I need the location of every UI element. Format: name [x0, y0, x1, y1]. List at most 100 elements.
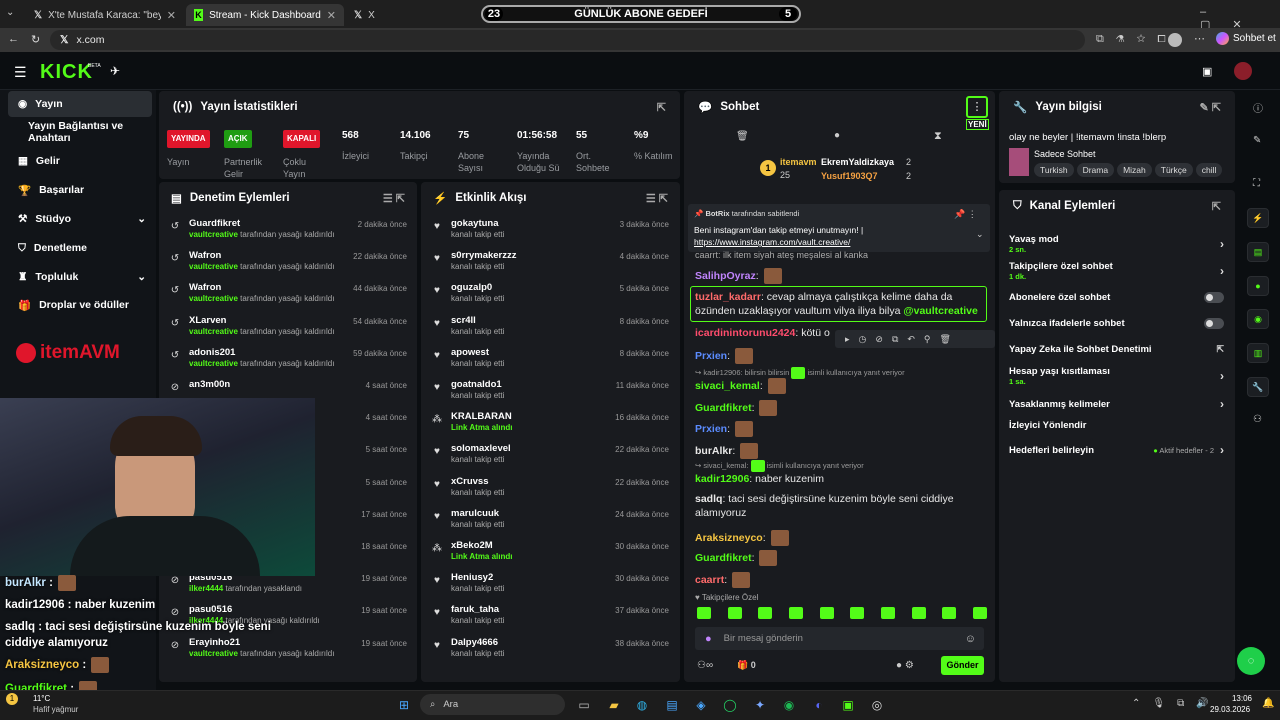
moderation-row[interactable]: ↺ Wafron vaultcreative tarafından yasağı k… [159, 246, 415, 278]
emoji-icon[interactable]: ☺ [965, 633, 976, 645]
edge-icon[interactable]: ◍ [632, 695, 652, 715]
tab-x[interactable]: 𝕏X [346, 4, 476, 26]
emote-icon[interactable] [911, 607, 926, 619]
channel-action-item[interactable]: Takipçilere özel sohbet 1 dk. › [1009, 261, 1224, 281]
timeout-icon[interactable]: ◷ [859, 334, 867, 345]
channel-action-item[interactable]: Yapay Zeka ile Sohbet Denetimi ⇱ [1009, 344, 1224, 355]
chat-settings-icon[interactable]: ● ⚙ [896, 660, 914, 671]
activity-row[interactable]: ♥ faruk_taha kanalı takip etti 37 dakika ön… [421, 600, 677, 632]
channel-action-item[interactable]: Abonelere özel sohbet [1009, 292, 1224, 303]
activity-user[interactable]: goatnaldo1 [451, 379, 504, 390]
activity-user[interactable]: xCruvss [451, 476, 504, 487]
ban-icon[interactable]: ⊘ [875, 334, 883, 345]
emote-icon[interactable] [697, 607, 711, 619]
chat-message[interactable]: Prxien: [695, 421, 985, 437]
activity-row[interactable]: ♥ Dalpy4666 kanalı takip etti 38 dakika önc… [421, 633, 677, 665]
pinned-link[interactable]: https://www.instagram.com/vault.creative… [694, 237, 850, 247]
emote-icon[interactable] [880, 607, 895, 619]
chat-input[interactable]: ● Bir mesaj gönderin ☺ [695, 627, 984, 650]
reply-icon[interactable]: ↶ [907, 334, 915, 345]
fullscreen-icon[interactable]: ⛶ [1253, 178, 1260, 189]
stream-tag[interactable]: Mizah [1117, 163, 1152, 177]
hourglass-icon[interactable]: ⧗ [934, 130, 942, 143]
chat-username[interactable]: icardinintorunu2424 [695, 327, 795, 339]
hamburger-menu-icon[interactable]: ☰ [14, 64, 27, 81]
rail-document-icon[interactable]: ▤ [1247, 242, 1269, 262]
channel-action-item[interactable]: Yasaklanmış kelimeler › [1009, 397, 1224, 411]
delete-icon[interactable]: 🗑 [940, 334, 951, 345]
trash-icon[interactable]: 🗑 [736, 131, 749, 142]
mod-view-icon[interactable]: ▣ [1202, 65, 1212, 78]
taskbar-search[interactable]: ⌕ Ara [420, 694, 565, 715]
emote-icon[interactable] [850, 607, 865, 619]
chat-username[interactable]: Prxien [695, 350, 727, 362]
activity-row[interactable]: ♥ solomaxlevel kanalı takip etti 22 dakika … [421, 439, 677, 471]
chat-username[interactable]: Guardfikret [695, 402, 752, 414]
app-icon[interactable]: ◈ [691, 695, 711, 715]
rail-panel-icon[interactable]: ▥ [1247, 343, 1269, 363]
kick-app-icon[interactable]: ▣ [838, 695, 858, 715]
activity-user[interactable]: oguzalp0 [451, 282, 504, 293]
chat-more-button[interactable]: ⋮ [966, 96, 988, 118]
unpin-icon[interactable]: 📌 ⋮ [954, 209, 977, 220]
activity-user[interactable]: KRALBARAN [451, 411, 513, 422]
browser-extension-icons[interactable]: ⧉⚗☆⧠ [1096, 33, 1178, 46]
activity-row[interactable]: ⁂ KRALBARAN Link Atma alındı 16 dakika önce [421, 407, 677, 439]
message-action-toolbar[interactable]: ▸ ◷ ⊘ ⧉ ↶ ⚲ 🗑 [835, 330, 995, 348]
activity-user[interactable]: gokaytuna [451, 218, 504, 229]
moderated-user[interactable]: Wafron [189, 250, 334, 261]
rail-chat-icon[interactable]: ● [1247, 276, 1269, 296]
moderated-user[interactable]: an3m00n [189, 379, 230, 390]
chevron-down-icon[interactable]: ⌄ [976, 229, 984, 240]
sidebar-item-yayin[interactable]: ◉ Yayın [8, 91, 152, 117]
channel-action-item[interactable]: Hedefleri belirleyin ● Aktif hedefler - 2… [1009, 443, 1224, 457]
send-button[interactable]: Gönder [941, 656, 984, 675]
activity-user[interactable]: xBeko2M [451, 540, 513, 551]
stream-tag[interactable]: Turkish [1034, 163, 1074, 177]
moderated-user[interactable]: Guardfikret [189, 218, 334, 229]
discord-icon[interactable]: ◐ [809, 695, 829, 715]
activity-row[interactable]: ♥ oguzalp0 kanalı takip etti 5 dakika önce [421, 278, 677, 310]
chat-message[interactable]: Prxien: [695, 348, 985, 364]
activity-row[interactable]: ⁂ xBeko2M Link Atma alındı 30 dakika önce [421, 536, 677, 568]
emote-icon[interactable] [727, 607, 742, 619]
moderator-name[interactable]: vaultcreative [189, 230, 238, 239]
activity-user[interactable]: apowest [451, 347, 504, 358]
store-icon[interactable]: ▤ [662, 695, 682, 715]
sidebar-item-gelir[interactable]: ▦ Gelir [8, 148, 152, 174]
channel-action-item[interactable]: İzleyici Yönlendir [1009, 420, 1224, 431]
stream-tag[interactable]: Türkçe [1154, 163, 1193, 177]
emote-icon[interactable] [972, 607, 987, 619]
notifications-icon[interactable]: 🔔 [1262, 698, 1274, 709]
whatsapp-icon[interactable]: ◯ [720, 695, 740, 715]
chat-username[interactable]: Guardfikret [695, 552, 752, 564]
moderated-user[interactable]: adonis201 [189, 347, 334, 358]
chat-username[interactable]: sivaci_kemal [695, 380, 760, 392]
chat-message[interactable]: caarrt: [695, 572, 985, 588]
sidebar-item-denetleme[interactable]: ⛉ Denetleme [8, 235, 152, 261]
pin-icon[interactable]: ✈ [110, 64, 120, 78]
activity-user[interactable]: Heniusy2 [451, 572, 504, 583]
channel-action-item[interactable]: Hesap yaşı kısıtlaması 1 sa. › [1009, 366, 1224, 386]
profile-avatar[interactable] [1168, 33, 1182, 47]
chat-username[interactable]: Araksizneyco [695, 532, 763, 544]
activity-row[interactable]: ♥ goatnaldo1 kanalı takip etti 11 dakika ön… [421, 375, 677, 407]
activity-row[interactable]: ♥ gokaytuna kanalı takip etti 3 dakika önce [421, 214, 677, 246]
moderation-row[interactable]: ↺ Wafron vaultcreative tarafından yasağı k… [159, 278, 415, 310]
close-tab-icon[interactable]: ✕ [327, 9, 336, 22]
activity-user[interactable]: scr4ll [451, 315, 504, 326]
toggle-switch[interactable] [1204, 292, 1224, 303]
play-icon[interactable]: ▸ [845, 334, 850, 345]
task-view-icon[interactable]: ▭ [574, 695, 594, 715]
spotify-icon[interactable]: ◉ [779, 695, 799, 715]
chat-message[interactable]: Guardfikret: [695, 400, 985, 416]
community-icon[interactable]: ⚇ [1253, 414, 1262, 425]
url-field[interactable]: 𝕏x.com [50, 30, 1085, 50]
copy-icon[interactable]: ⧉ [892, 334, 898, 345]
sidebar-item-studyo[interactable]: ⚒ Stüdyo ⌄ [8, 206, 152, 232]
edit-icon[interactable]: ✎ [1253, 135, 1261, 146]
back-icon[interactable]: ← [8, 33, 19, 45]
filter-icon[interactable]: ☰ ⇱ [646, 192, 668, 205]
popout-icon[interactable]: ⇱ [657, 101, 666, 114]
stream-tag[interactable]: chill [1195, 163, 1223, 177]
